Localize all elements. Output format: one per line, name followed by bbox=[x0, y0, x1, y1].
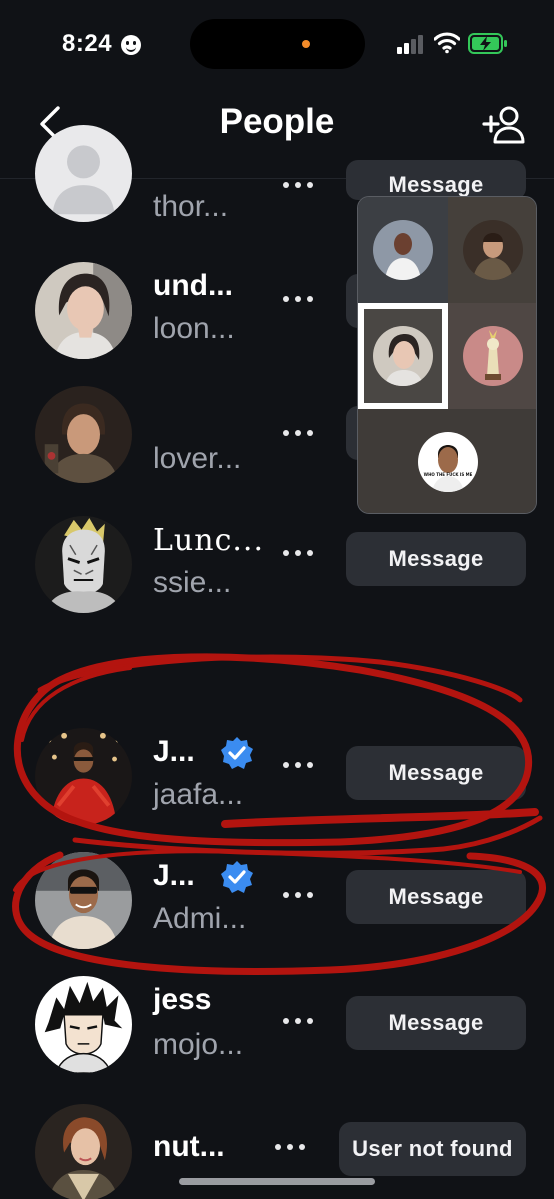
video-tile[interactable]: WHO THE FUCK IS ME bbox=[358, 409, 536, 513]
participant-avatar bbox=[373, 326, 433, 386]
verified-icon bbox=[221, 737, 253, 769]
more-icon[interactable] bbox=[283, 1018, 313, 1026]
avatar bbox=[35, 976, 132, 1073]
tile-caption: WHO THE FUCK IS ME bbox=[424, 472, 473, 477]
avatar bbox=[35, 125, 132, 222]
avatar bbox=[35, 386, 132, 483]
username-label: mojo... bbox=[153, 1028, 244, 1061]
list-item[interactable]: J... Admi... Message bbox=[0, 846, 554, 956]
username-label: ssie... bbox=[153, 566, 232, 599]
message-button[interactable]: Message bbox=[346, 160, 526, 200]
message-button[interactable]: Message bbox=[346, 532, 526, 586]
participant-avatar bbox=[463, 326, 523, 386]
username-label: Admi... bbox=[153, 902, 247, 935]
list-item[interactable]: Lunc... ssie... Message bbox=[0, 510, 554, 620]
people-list[interactable]: thor... Message und... loon... lover... … bbox=[0, 0, 554, 1199]
more-icon[interactable] bbox=[283, 296, 313, 304]
participant-avatar bbox=[373, 220, 433, 280]
username-label: jaafa... bbox=[153, 778, 244, 811]
more-icon[interactable] bbox=[283, 762, 313, 770]
more-icon[interactable] bbox=[283, 892, 313, 900]
username-label: lover... bbox=[153, 442, 242, 475]
video-tile[interactable] bbox=[358, 303, 448, 409]
name-label: jess bbox=[153, 983, 212, 1016]
avatar bbox=[35, 262, 132, 359]
username-label: loon... bbox=[153, 312, 235, 345]
participant-avatar bbox=[463, 220, 523, 280]
name-label: nut... bbox=[153, 1130, 225, 1163]
message-button[interactable]: Message bbox=[346, 746, 526, 800]
avatar bbox=[35, 728, 132, 825]
name-label: und... bbox=[153, 269, 233, 302]
list-item[interactable]: jess mojo... Message bbox=[0, 970, 554, 1080]
avatar bbox=[35, 852, 132, 949]
video-tile[interactable] bbox=[358, 197, 448, 303]
video-call-grid[interactable]: WHO THE FUCK IS ME bbox=[357, 196, 537, 514]
message-button[interactable]: Message bbox=[346, 870, 526, 924]
avatar bbox=[35, 1104, 132, 1199]
list-item[interactable]: J... jaafa... Message bbox=[0, 722, 554, 832]
more-icon[interactable] bbox=[283, 430, 313, 438]
home-indicator[interactable] bbox=[179, 1178, 375, 1185]
name-label: J... bbox=[153, 859, 195, 892]
user-not-found-button[interactable]: User not found bbox=[339, 1122, 526, 1176]
video-tile[interactable] bbox=[448, 197, 536, 303]
avatar bbox=[35, 516, 132, 613]
name-label: J... bbox=[153, 735, 195, 768]
verified-icon bbox=[221, 861, 253, 893]
username-label: thor... bbox=[153, 190, 229, 223]
more-icon[interactable] bbox=[275, 1144, 305, 1152]
more-icon[interactable] bbox=[283, 182, 313, 190]
name-label: Lunc... bbox=[153, 523, 264, 558]
more-icon[interactable] bbox=[283, 550, 313, 558]
message-button[interactable]: Message bbox=[346, 996, 526, 1050]
video-tile[interactable] bbox=[448, 303, 536, 409]
participant-avatar: WHO THE FUCK IS ME bbox=[418, 432, 478, 492]
